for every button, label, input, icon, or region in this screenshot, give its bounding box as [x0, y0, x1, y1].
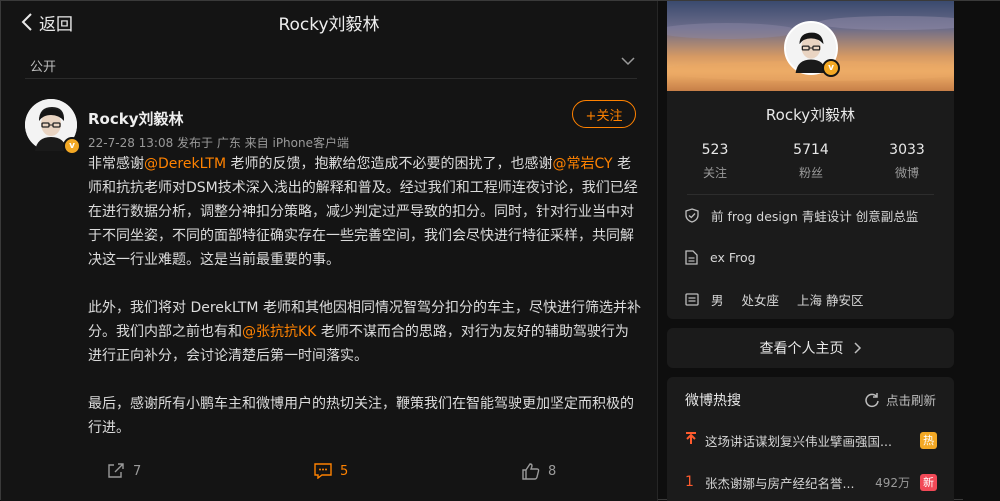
stat-following[interactable]: 523 关注	[667, 142, 763, 181]
author-avatar[interactable]: v	[25, 99, 81, 155]
follow-button[interactable]: +关注	[572, 100, 636, 128]
hot-search-title: 微博热搜	[685, 393, 741, 409]
hot-rank-top-icon	[685, 431, 705, 449]
profile-verification: 前 frog design 青蛙设计 创意副总监	[711, 208, 919, 224]
stat-posts-count: 3033	[889, 142, 925, 158]
profile-gender: 男	[711, 292, 724, 308]
hot-tag-badge: 热	[920, 431, 937, 449]
visibility-selector[interactable]: 公开	[25, 48, 637, 79]
author-name[interactable]: Rocky刘毅林	[88, 108, 184, 129]
stat-followers[interactable]: 5714 粉丝	[763, 142, 859, 181]
share-count: 7	[133, 463, 142, 479]
hot-item-text: 张杰谢娜与房产经纪名誉...	[705, 475, 855, 491]
post-text: 非常感谢	[88, 156, 144, 172]
refresh-label: 点击刷新	[885, 393, 936, 408]
hot-rank: 1	[685, 474, 694, 490]
profile-name: Rocky刘毅林	[765, 106, 856, 124]
post-detail-panel: 返回 Rocky刘毅林 公开 v Rocky刘毅林 22-7-28 13:08 …	[1, 1, 658, 501]
hot-search-card: 微博热搜 点击刷新 这场讲话谋划复兴伟业擘画强国... 热 1 张杰谢娜与房产经…	[667, 377, 954, 501]
shield-check-icon	[685, 207, 699, 223]
verified-badge-icon: v	[63, 137, 81, 155]
profile-bio-row: ex Frog	[685, 247, 774, 267]
window-margin	[963, 1, 1000, 501]
profile-stats: 523 关注 5714 粉丝 3033 微博	[667, 142, 954, 184]
document-icon	[685, 249, 698, 265]
id-card-icon	[685, 293, 699, 306]
post-text: 老师的反馈，抱歉给您造成不必要的困扰了，也感谢	[226, 156, 553, 172]
thumbs-up-icon	[522, 463, 540, 480]
profile-verification-row: 前 frog design 青蛙设计 创意副总监	[685, 205, 936, 225]
post-actions: 7 5 8	[1, 457, 657, 489]
profile-zodiac: 处女座	[741, 292, 780, 308]
stat-followers-count: 5714	[793, 142, 829, 158]
share-icon	[108, 463, 124, 478]
post-paragraph: 此外，我们将对 DerekLTM 老师和其他因相同情况智驾分扣分的车主，尽快进行…	[88, 296, 642, 368]
mention-link[interactable]: @DerekLTM	[144, 156, 226, 172]
hot-search-item[interactable]: 这场讲话谋划复兴伟业擘画强国... 热	[685, 428, 937, 452]
mention-link[interactable]: @张抗抗KK	[242, 324, 316, 340]
hot-item-text: 这场讲话谋划复兴伟业擘画强国...	[705, 433, 892, 449]
like-count: 8	[548, 464, 557, 479]
new-tag-badge: 新	[920, 473, 937, 491]
page-title: Rocky刘毅林	[278, 15, 380, 35]
stat-posts-label: 微博	[894, 166, 919, 180]
chevron-down-icon	[621, 57, 635, 66]
post-text: 老师和抗抗老师对DSM技术深入浅出的解释和普及。经过我们和工程师连夜讨论，我们已…	[88, 156, 638, 268]
hot-item-count: 492万	[875, 475, 910, 490]
comment-count: 5	[340, 463, 349, 479]
post-paragraph: 最后，感谢所有小鹏车主和微博用户的热切关注，鞭策我们在智能驾驶更加坚定而积极的行…	[88, 392, 642, 440]
share-action[interactable]: 7	[107, 463, 141, 479]
stat-following-label: 关注	[702, 166, 727, 180]
refresh-icon	[865, 392, 879, 407]
visibility-label: 公开	[30, 60, 57, 75]
stat-followers-label: 粉丝	[798, 166, 823, 180]
profile-avatar[interactable]: v	[784, 21, 840, 77]
post-paragraph: 非常感谢@DerekLTM 老师的反馈，抱歉给您造成不必要的困扰了，也感谢@常岩…	[88, 152, 642, 272]
verified-badge-icon: v	[822, 59, 840, 77]
top-bar: 返回 Rocky刘毅林	[1, 1, 657, 43]
hot-search-item[interactable]: 1 张杰谢娜与房产经纪名誉... 492万 新	[685, 470, 937, 494]
post-text: 最后，感谢所有小鹏车主和微博用户的热切关注，鞭策我们在智能驾驶更加坚定而积极的行…	[88, 396, 634, 436]
stat-posts[interactable]: 3033 微博	[859, 142, 954, 181]
like-action[interactable]: 8	[522, 463, 556, 480]
comment-icon	[314, 463, 332, 479]
post-meta: 22-7-28 13:08 发布于 广东 来自 iPhone客户端	[88, 136, 349, 150]
divider	[687, 194, 934, 195]
comment-action[interactable]: 5	[314, 463, 348, 479]
view-profile-button[interactable]: 查看个人主页	[667, 328, 954, 368]
profile-card: v Rocky刘毅林 523 关注 5714 粉丝 3033 微博 前 frog…	[667, 1, 954, 319]
mention-link[interactable]: @常岩CY	[553, 156, 613, 172]
chevron-right-icon	[853, 342, 861, 354]
profile-bio: ex Frog	[710, 249, 756, 265]
view-profile-label: 查看个人主页	[759, 341, 844, 357]
profile-location: 上海 静安区	[797, 292, 864, 308]
post-content: 非常感谢@DerekLTM 老师的反馈，抱歉给您造成不必要的困扰了，也感谢@常岩…	[88, 152, 642, 464]
stat-following-count: 523	[701, 142, 729, 158]
refresh-button[interactable]: 点击刷新	[864, 390, 936, 409]
profile-details-row: 男 处女座 上海 静安区	[685, 289, 882, 309]
